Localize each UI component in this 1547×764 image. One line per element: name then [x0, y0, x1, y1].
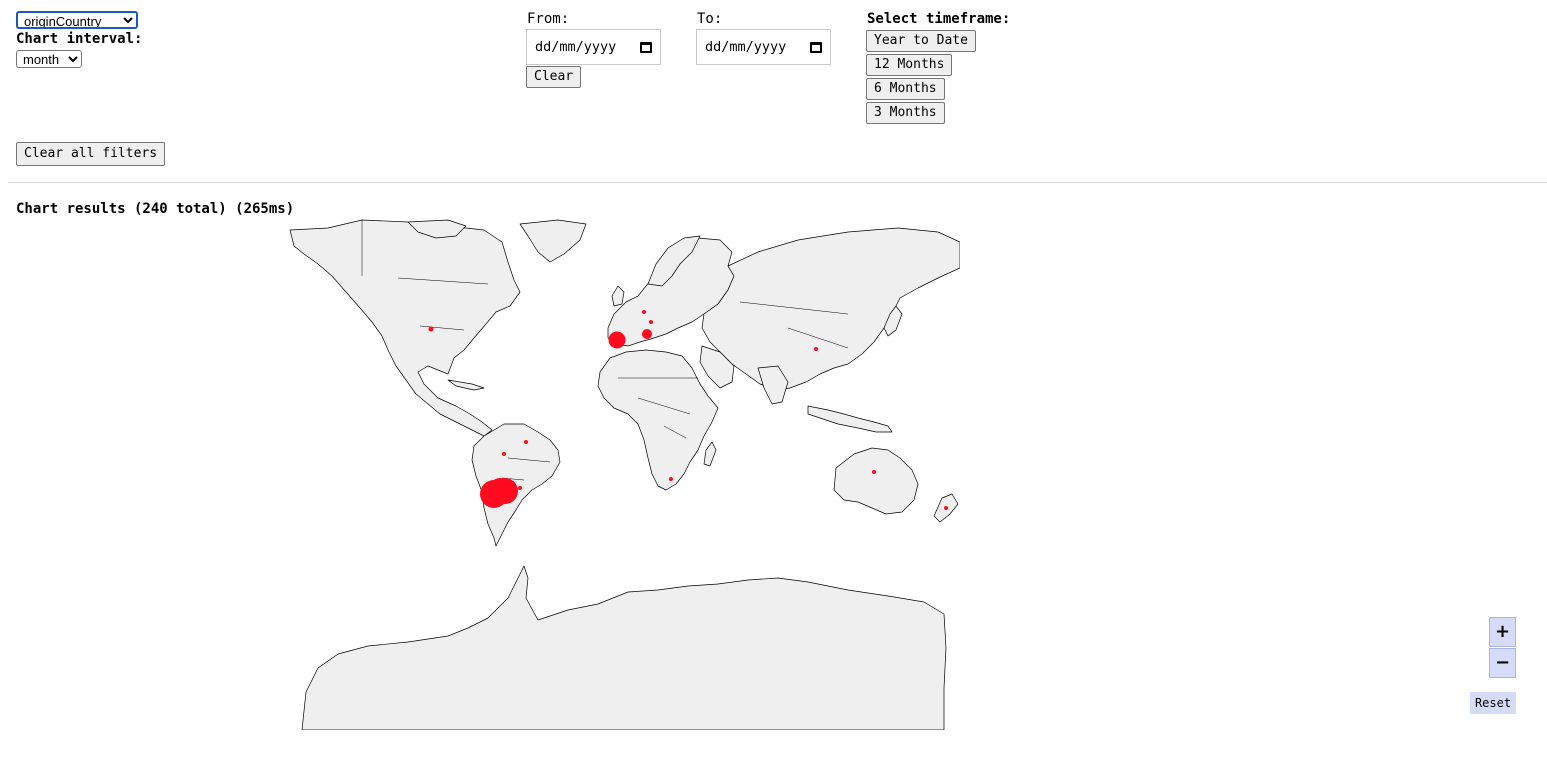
- zoom-out-button[interactable]: −: [1489, 648, 1516, 678]
- antarctica-shape: [301, 565, 947, 730]
- calendar-icon[interactable]: [810, 41, 822, 53]
- marker-new-zealand[interactable]: [944, 506, 948, 510]
- from-label: From:: [527, 11, 570, 27]
- timeframe-ytd-button[interactable]: Year to Date: [866, 30, 976, 52]
- from-date-value: dd/mm/yyyy: [535, 39, 617, 55]
- marker-usa[interactable]: [428, 326, 434, 332]
- timeframe-3m-button[interactable]: 3 Months: [866, 102, 945, 124]
- marker-china[interactable]: [814, 347, 818, 351]
- marker-spain[interactable]: [608, 331, 626, 349]
- marker-italy[interactable]: [642, 329, 652, 339]
- world-map[interactable]: [288, 218, 960, 730]
- timeframe-12m-button[interactable]: 12 Months: [866, 54, 953, 76]
- chart-results-summary: Chart results (240 total) (265ms): [16, 201, 295, 217]
- africa-shape: [597, 349, 719, 491]
- indonesia-shape: [807, 405, 893, 433]
- marker-bolivia[interactable]: [502, 452, 506, 456]
- north-america-shape: [289, 219, 521, 437]
- dimension-select[interactable]: originCountry: [16, 11, 138, 29]
- marker-germany[interactable]: [642, 310, 646, 314]
- land-layer: [289, 219, 960, 730]
- timeframe-6m-button[interactable]: 6 Months: [866, 78, 945, 100]
- reset-zoom-button[interactable]: Reset: [1470, 692, 1516, 714]
- clear-all-filters-button[interactable]: Clear all filters: [16, 142, 166, 166]
- marker-australia[interactable]: [872, 470, 876, 474]
- asia-shape: [701, 227, 960, 391]
- marker-argentina-c[interactable]: [490, 478, 510, 498]
- zoom-in-button[interactable]: +: [1489, 617, 1516, 647]
- divider: [8, 182, 1547, 183]
- clear-dates-button[interactable]: Clear: [526, 66, 582, 88]
- marker-uruguay[interactable]: [518, 486, 522, 490]
- marker-south-africa[interactable]: [669, 477, 673, 481]
- marker-austria[interactable]: [649, 320, 653, 324]
- british-isles-shape: [611, 285, 625, 307]
- to-date-value: dd/mm/yyyy: [705, 39, 787, 55]
- marker-brazil[interactable]: [524, 440, 528, 444]
- chart-interval-label: Chart interval:: [16, 31, 143, 47]
- calendar-icon[interactable]: [640, 41, 652, 53]
- chart-interval-select[interactable]: month: [16, 50, 82, 68]
- to-date-input[interactable]: dd/mm/yyyy: [696, 29, 831, 65]
- to-label: To:: [697, 11, 723, 27]
- australia-shape: [833, 447, 919, 515]
- madagascar-shape: [703, 441, 717, 467]
- greenland-shape: [519, 219, 587, 263]
- from-date-input[interactable]: dd/mm/yyyy: [526, 29, 661, 65]
- timeframe-label: Select timeframe:: [867, 11, 1011, 27]
- caribbean-island-shape: [447, 379, 485, 391]
